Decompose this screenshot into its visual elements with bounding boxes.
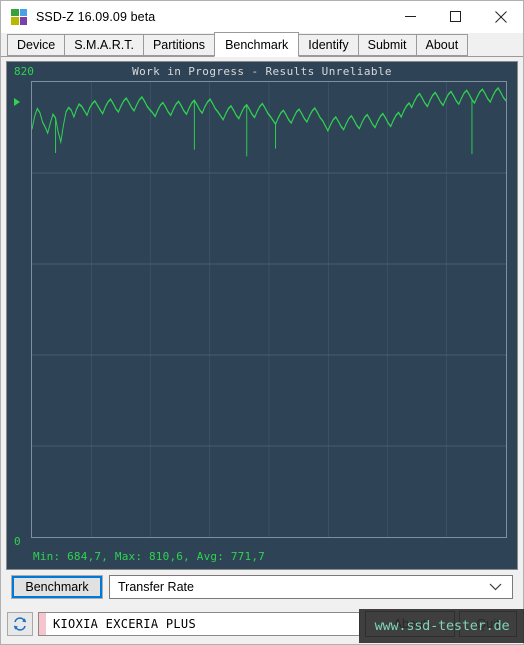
app-window: SSD-Z 16.09.09 beta Device S.M.A.R.T. Pa…: [0, 0, 524, 645]
close-icon[interactable]: [478, 1, 523, 32]
benchmark-mode-select[interactable]: Transfer Rate: [109, 575, 513, 599]
status-bar: KIOXIA EXCERIA PLUS About Quit: [1, 604, 523, 644]
tab-about[interactable]: About: [415, 34, 469, 56]
tab-benchmark[interactable]: Benchmark: [214, 32, 300, 57]
tab-identify[interactable]: Identify: [298, 34, 359, 56]
chart-stats-line: Min: 684,7, Max: 810,6, Avg: 771,7: [33, 550, 265, 563]
window-title: SSD-Z 16.09.09 beta: [36, 9, 156, 24]
title-bar: SSD-Z 16.09.09 beta: [1, 1, 523, 33]
tab-submit[interactable]: Submit: [357, 34, 417, 56]
quit-button[interactable]: Quit: [459, 611, 517, 637]
benchmark-chart: Work in Progress - Results Unreliable 82…: [6, 61, 518, 570]
window-controls: [388, 1, 523, 32]
chart-svg: [32, 82, 506, 537]
chevron-down-icon: [489, 578, 502, 596]
ssdz-logo-icon: [11, 8, 27, 25]
chart-warning-title: Work in Progress - Results Unreliable: [132, 65, 392, 78]
tab-smart[interactable]: S.M.A.R.T.: [64, 34, 144, 56]
device-status-accent: [39, 613, 46, 635]
play-triangle-icon: [14, 98, 20, 106]
device-name-value: KIOXIA EXCERIA PLUS: [53, 617, 196, 631]
y-axis-min-label: 0: [14, 535, 21, 548]
minimize-icon[interactable]: [388, 1, 433, 32]
run-benchmark-button[interactable]: Benchmark: [11, 575, 103, 599]
benchmark-panel: Work in Progress - Results Unreliable 82…: [1, 57, 523, 604]
about-button[interactable]: About: [365, 611, 455, 637]
y-axis-max-label: 820: [14, 65, 34, 78]
refresh-icon[interactable]: [7, 612, 33, 636]
chart-plot-area: [31, 81, 507, 538]
benchmark-controls: Benchmark Transfer Rate: [6, 570, 518, 604]
maximize-icon[interactable]: [433, 1, 478, 32]
tab-bar: Device S.M.A.R.T. Partitions Benchmark I…: [1, 32, 523, 57]
device-name-field[interactable]: KIOXIA EXCERIA PLUS: [38, 612, 360, 636]
tab-device[interactable]: Device: [7, 34, 66, 56]
tab-partitions[interactable]: Partitions: [142, 34, 216, 56]
benchmark-mode-value: Transfer Rate: [118, 580, 194, 594]
